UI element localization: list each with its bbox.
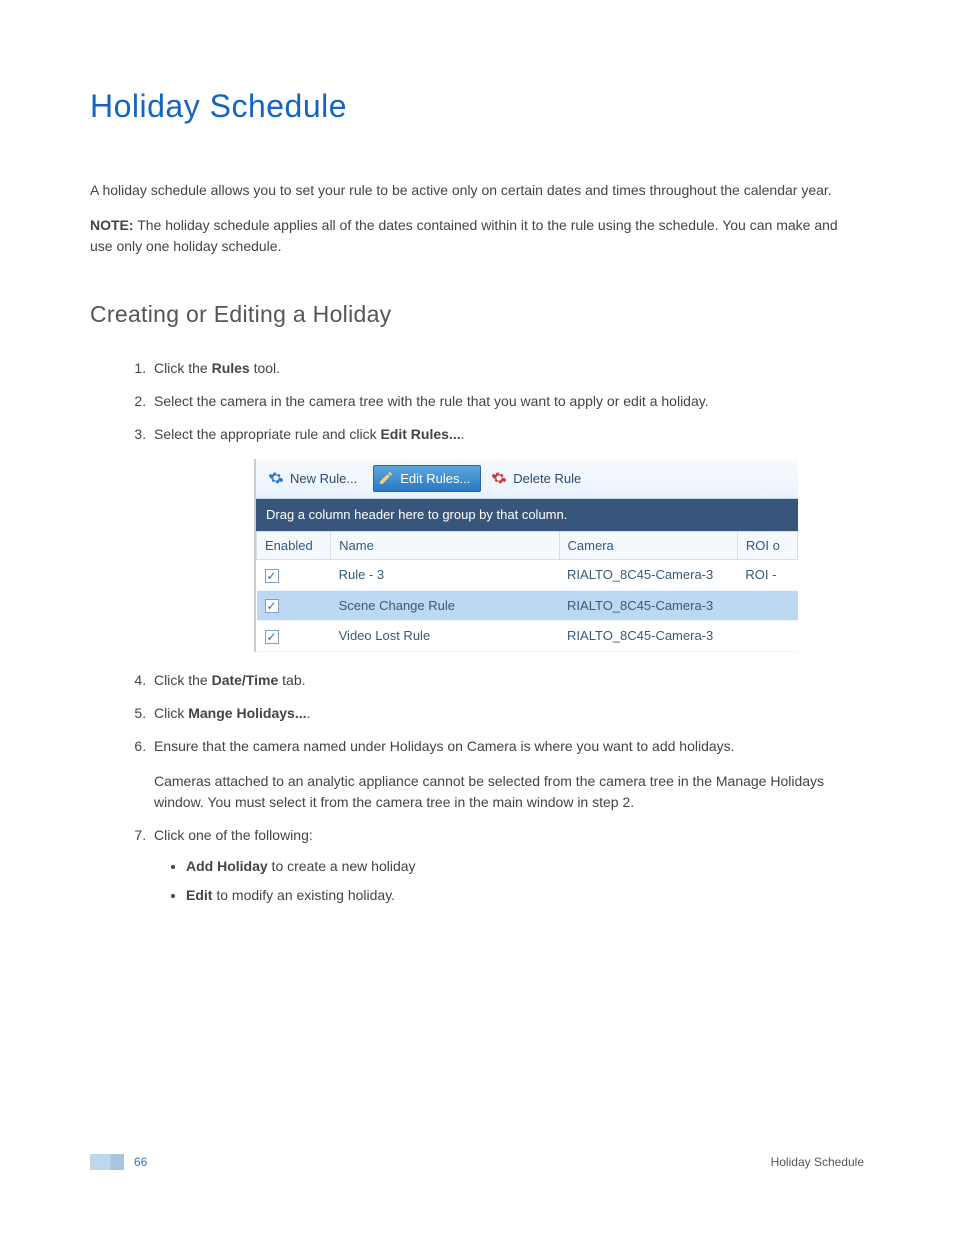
manage-holidays-label: Mange Holidays... (188, 705, 306, 721)
cell-camera: RIALTO_8C45-Camera-3 (559, 621, 737, 652)
pencil-icon (378, 470, 394, 486)
table-row[interactable]: Video Lost Rule RIALTO_8C45-Camera-3 (257, 621, 798, 652)
step-4: Click the Date/Time tab. (150, 670, 864, 691)
rules-toolbar: New Rule... Edit Rules... Delete Rule (256, 459, 798, 500)
col-roi[interactable]: ROI o (737, 531, 797, 560)
intro-paragraph: A holiday schedule allows you to set you… (90, 180, 864, 201)
delete-rule-label: Delete Rule (513, 469, 581, 489)
section-subtitle: Creating or Editing a Holiday (90, 297, 864, 332)
gear-icon (268, 470, 284, 486)
step-1: Click the Rules tool. (150, 358, 864, 379)
cell-camera: RIALTO_8C45-Camera-3 (559, 590, 737, 621)
note-label: NOTE: (90, 217, 134, 233)
cell-roi (737, 621, 797, 652)
table-row[interactable]: Scene Change Rule RIALTO_8C45-Camera-3 (257, 590, 798, 621)
page-title: Holiday Schedule (90, 82, 864, 130)
table-row[interactable]: Rule - 3 RIALTO_8C45-Camera-3 ROI - (257, 560, 798, 591)
edit-rules-label: Edit Rules... (380, 426, 460, 442)
page-number: 66 (134, 1153, 147, 1171)
step-7: Click one of the following: Add Holiday … (150, 825, 864, 906)
edit-rules-button[interactable]: Edit Rules... (373, 465, 481, 493)
date-time-tab-label: Date/Time (212, 672, 279, 688)
enabled-checkbox[interactable] (265, 630, 279, 644)
new-rule-label: New Rule... (290, 469, 357, 489)
delete-rule-button[interactable]: Delete Rule (487, 466, 591, 492)
group-by-hint[interactable]: Drag a column header here to group by th… (256, 499, 798, 531)
cell-camera: RIALTO_8C45-Camera-3 (559, 560, 737, 591)
rules-table: Enabled Name Camera ROI o Rule - 3 RIALT… (256, 531, 798, 652)
table-header-row: Enabled Name Camera ROI o (257, 531, 798, 560)
rules-tool-label: Rules (212, 360, 250, 376)
footer-section-label: Holiday Schedule (771, 1153, 864, 1171)
edit-rules-button-label: Edit Rules... (400, 469, 470, 489)
step-6-note: Cameras attached to an analytic applianc… (154, 771, 864, 813)
col-enabled[interactable]: Enabled (257, 531, 331, 560)
step-2: Select the camera in the camera tree wit… (150, 391, 864, 412)
enabled-checkbox[interactable] (265, 569, 279, 583)
enabled-checkbox[interactable] (265, 599, 279, 613)
cell-roi (737, 590, 797, 621)
bullet-add-holiday: Add Holiday to create a new holiday (186, 856, 864, 877)
cell-name: Video Lost Rule (331, 621, 559, 652)
gear-delete-icon (491, 470, 507, 486)
col-name[interactable]: Name (331, 531, 559, 560)
note-paragraph: NOTE: The holiday schedule applies all o… (90, 215, 864, 257)
step-6: Ensure that the camera named under Holid… (150, 736, 864, 813)
bullet-edit-holiday: Edit to modify an existing holiday. (186, 885, 864, 906)
rules-grid-screenshot: New Rule... Edit Rules... Delete Rule (254, 459, 798, 652)
step-5: Click Mange Holidays.... (150, 703, 864, 724)
cell-roi: ROI - (737, 560, 797, 591)
col-camera[interactable]: Camera (559, 531, 737, 560)
page-decoration-icon (90, 1154, 124, 1170)
cell-name: Scene Change Rule (331, 590, 559, 621)
page-footer: 66 Holiday Schedule (90, 1153, 864, 1171)
note-text: The holiday schedule applies all of the … (90, 217, 838, 254)
step-3: Select the appropriate rule and click Ed… (150, 424, 864, 652)
cell-name: Rule - 3 (331, 560, 559, 591)
new-rule-button[interactable]: New Rule... (264, 466, 367, 492)
